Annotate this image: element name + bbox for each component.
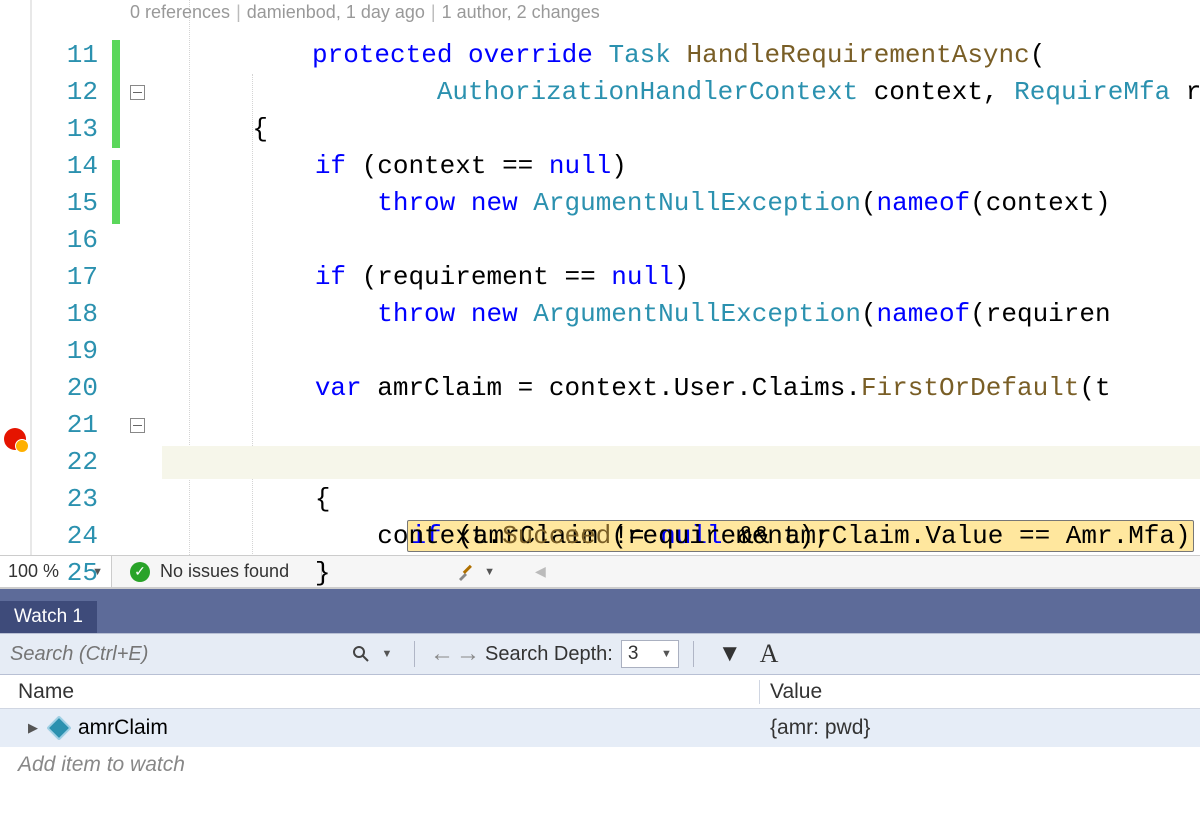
- line-number: 16: [34, 222, 112, 259]
- line-number: 13: [34, 111, 112, 148]
- code-line: protected override Task HandleRequiremen…: [190, 37, 1200, 74]
- watch-search-input[interactable]: [8, 639, 348, 669]
- code-line: {: [190, 111, 1200, 148]
- line-number: 19: [34, 333, 112, 370]
- watch-var-name: amrClaim: [78, 716, 168, 740]
- line-number: 14: [34, 148, 112, 185]
- line-number: 23: [34, 481, 112, 518]
- glyph-margin: [0, 0, 32, 555]
- code-line: context.Succeed(requirement);: [190, 518, 1200, 555]
- search-icon[interactable]: [348, 641, 374, 667]
- line-number-gutter: 11 12 13 14 15 16 17 18 19 20 21 22 23 2…: [34, 0, 112, 555]
- chevron-down-icon[interactable]: ▼: [374, 641, 400, 667]
- code-line: if (amrClaim != null && amrClaim.Value =…: [190, 444, 1200, 481]
- watch-row[interactable]: ▶ amrClaim {amr: pwd}: [0, 709, 1200, 747]
- code-content[interactable]: protected override Task HandleRequiremen…: [190, 0, 1200, 555]
- text-format-icon[interactable]: A: [760, 639, 779, 669]
- expand-icon[interactable]: ▶: [28, 720, 40, 736]
- change-added-icon: [112, 160, 120, 224]
- watch-grid-header: Name Value: [0, 675, 1200, 709]
- line-number: 22: [34, 444, 112, 481]
- watch-var-value: {amr: pwd}: [760, 716, 1200, 740]
- arrow-right-icon[interactable]: →: [455, 641, 481, 667]
- search-depth-value: 3: [628, 643, 639, 665]
- current-line-highlight: [162, 446, 1200, 479]
- watch-toolbar: ▼ ← → Search Depth: 3 ▼ ▼ A: [0, 633, 1200, 675]
- code-line: [190, 222, 1200, 259]
- watch-panel-tabs: Watch 1: [0, 601, 1200, 633]
- code-editor[interactable]: 11 12 13 14 15 16 17 18 19 20 21 22 23 2…: [0, 0, 1200, 555]
- breakpoint-icon[interactable]: [4, 428, 26, 450]
- line-number: 11: [34, 37, 112, 74]
- code-line: throw new ArgumentNullException(nameof(c…: [190, 185, 1200, 222]
- line-number: 15: [34, 185, 112, 222]
- search-depth-dropdown[interactable]: 3 ▼: [621, 640, 679, 668]
- line-number: 12: [34, 74, 112, 111]
- code-line: }: [190, 555, 1200, 592]
- watch-grid[interactable]: Name Value ▶ amrClaim {amr: pwd} Add ite…: [0, 675, 1200, 783]
- variable-icon: [46, 715, 71, 740]
- chevron-down-icon: ▼: [661, 648, 672, 660]
- line-number: 20: [34, 370, 112, 407]
- line-number: 17: [34, 259, 112, 296]
- code-line: var amrClaim = context.User.Claims.First…: [190, 370, 1200, 407]
- fold-toggle-icon[interactable]: [130, 85, 145, 100]
- arrow-left-icon[interactable]: ←: [429, 641, 455, 667]
- code-line: [190, 407, 1200, 444]
- column-header-value[interactable]: Value: [760, 680, 1200, 704]
- code-line: AuthorizationHandlerContext context, Req…: [190, 74, 1200, 111]
- check-icon: ✓: [130, 562, 150, 582]
- line-number: 21: [34, 407, 112, 444]
- code-line: throw new ArgumentNullException(nameof(r…: [190, 296, 1200, 333]
- change-added-icon: [112, 40, 120, 148]
- column-header-name[interactable]: Name: [0, 680, 760, 704]
- fold-toggle-icon[interactable]: [130, 418, 145, 433]
- tab-watch1[interactable]: Watch 1: [0, 601, 97, 633]
- line-number: 25: [34, 555, 112, 592]
- change-indicator-gutter: [112, 0, 126, 555]
- folding-gutter[interactable]: [126, 0, 152, 555]
- code-line: {: [190, 481, 1200, 518]
- line-number: 24: [34, 518, 112, 555]
- add-watch-input[interactable]: Add item to watch: [0, 747, 1200, 783]
- search-depth-label: Search Depth:: [485, 643, 613, 666]
- code-line: [190, 333, 1200, 370]
- code-line: if (requirement == null): [190, 259, 1200, 296]
- line-number: 18: [34, 296, 112, 333]
- filter-icon[interactable]: ▼: [718, 640, 742, 668]
- code-line: if (context == null): [190, 148, 1200, 185]
